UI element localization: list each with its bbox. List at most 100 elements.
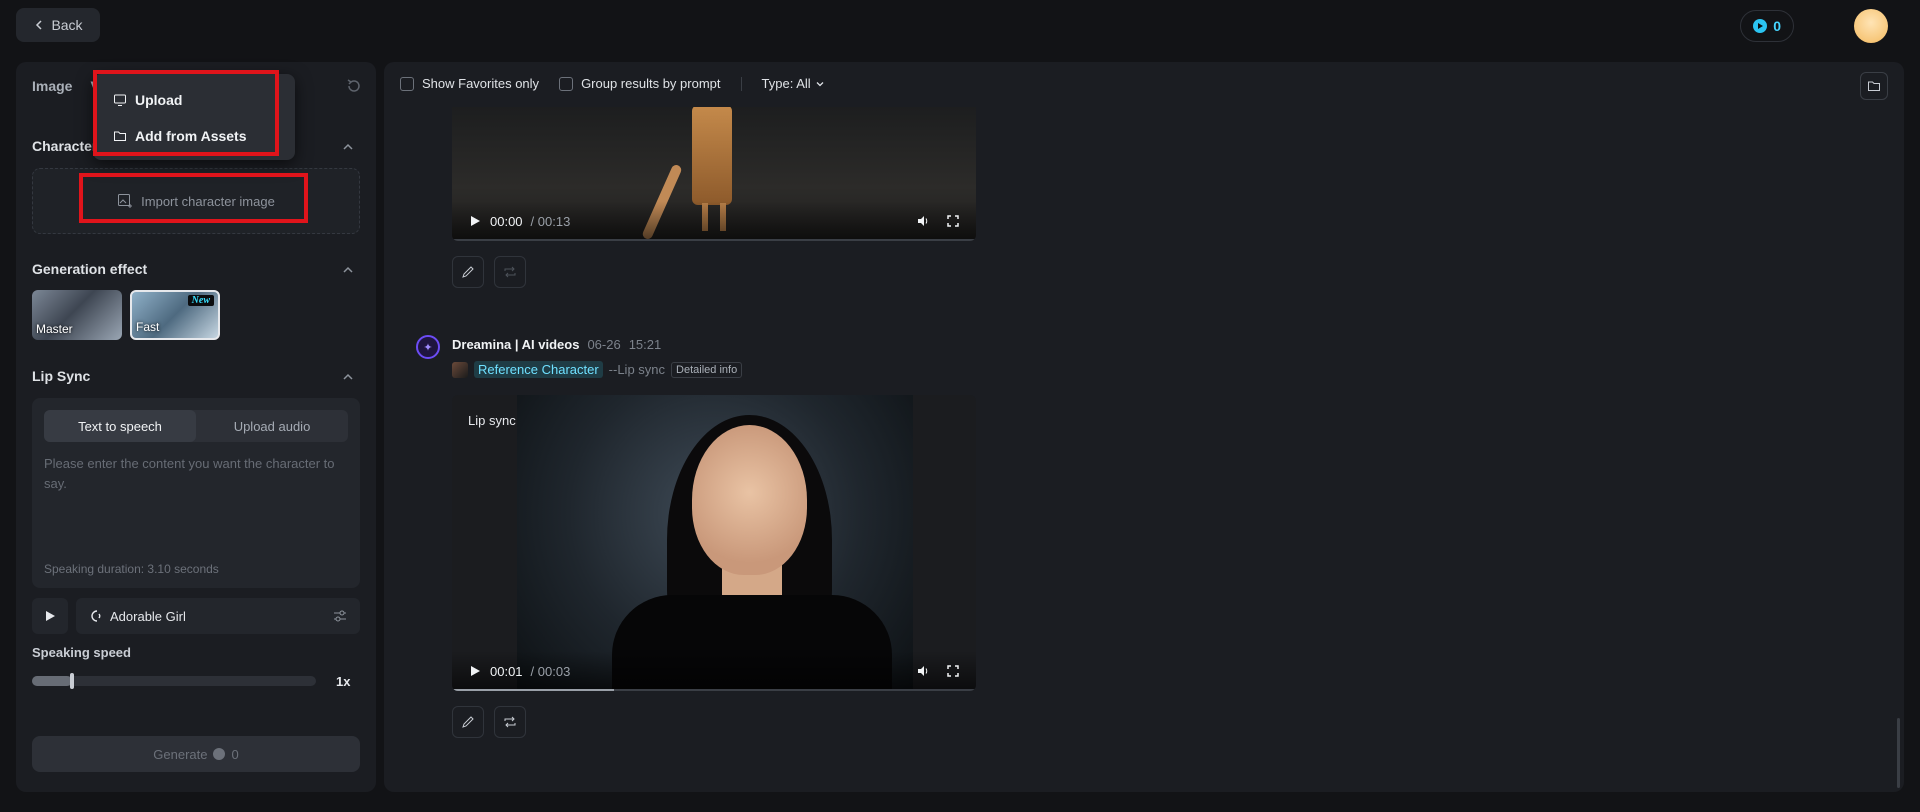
back-button[interactable]: Back — [16, 8, 100, 42]
lip-sync-mode-switch: Text to speech Upload audio — [44, 410, 348, 442]
folder-icon — [1868, 81, 1880, 91]
effect-master-option[interactable]: Master — [32, 290, 122, 340]
play-icon — [46, 611, 55, 621]
lip-sync-video-label: Lip sync — [468, 413, 516, 428]
voice-icon — [91, 610, 101, 622]
reference-thumbnail — [452, 361, 468, 378]
lip-sync-arg: --Lip sync — [608, 362, 666, 377]
repeat-icon — [504, 266, 516, 278]
generate-cost: 0 — [231, 746, 239, 762]
fullscreen-icon[interactable] — [946, 214, 960, 228]
user-avatar[interactable] — [1854, 9, 1888, 43]
video-progress-bar[interactable] — [452, 689, 976, 691]
detailed-info-button[interactable]: Detailed info — [671, 361, 743, 378]
credit-icon — [213, 748, 226, 760]
speaking-duration: Speaking duration: 3.10 seconds — [44, 562, 219, 576]
chevron-down-icon — [816, 81, 824, 86]
results-panel: Show Favorites only Group results by pro… — [384, 62, 1904, 792]
results-scrollbar[interactable] — [1897, 718, 1900, 788]
message-author: Dreamina | AI videos — [452, 337, 580, 352]
chevron-up-icon[interactable] — [342, 141, 354, 153]
repeat-icon — [504, 716, 516, 728]
character-title: Character — [32, 138, 98, 154]
prompt-row: Reference Character --Lip sync Detailed … — [452, 361, 743, 378]
type-filter-label: Type: All — [761, 76, 811, 91]
favorites-checkbox[interactable]: Show Favorites only — [400, 76, 539, 91]
group-label: Group results by prompt — [581, 76, 721, 91]
video-controls: 00:00 / 00:13 — [452, 201, 976, 241]
effect-fast-option[interactable]: New Fast — [130, 290, 220, 340]
chevron-left-icon — [36, 20, 42, 30]
speed-value: 1x — [336, 674, 351, 689]
video-1-actions — [452, 256, 526, 288]
credits-badge[interactable]: 0 — [1740, 10, 1794, 42]
lip-sync-title: Lip Sync — [32, 368, 91, 384]
reset-icon[interactable] — [346, 78, 362, 94]
credit-icon — [1753, 19, 1768, 33]
speaking-speed-label: Speaking speed — [32, 645, 131, 660]
speed-slider-handle[interactable] — [69, 673, 74, 689]
tab-upload-audio[interactable]: Upload audio — [196, 410, 348, 442]
play-icon[interactable] — [468, 664, 482, 678]
highlight-box-import — [79, 173, 308, 223]
voice-selector[interactable]: Adorable Girl — [76, 598, 360, 634]
message-header: Dreamina | AI videos 06-26 15:21 — [452, 337, 661, 352]
mode-tabs: Image V — [32, 78, 100, 94]
regenerate-button[interactable] — [494, 706, 526, 738]
tab-image[interactable]: Image — [32, 78, 72, 94]
play-voice-button[interactable] — [32, 598, 68, 634]
regenerate-button[interactable] — [494, 256, 526, 288]
checkbox-box — [559, 76, 574, 91]
results-toolbar: Show Favorites only Group results by pro… — [400, 76, 825, 91]
toolbar-divider — [740, 76, 742, 91]
play-icon[interactable] — [468, 214, 482, 228]
left-panel: Image V Character Import character image… — [16, 62, 376, 792]
video-controls: 00:01 / 00:03 — [452, 651, 976, 691]
lip-sync-box: Text to speech Upload audio Please enter… — [32, 398, 360, 588]
video-current-time: 00:01 — [490, 663, 523, 679]
video-current-time: 00:00 — [490, 213, 523, 229]
folder-button[interactable] — [1860, 72, 1888, 100]
speed-slider[interactable] — [32, 673, 316, 689]
fullscreen-icon[interactable] — [946, 664, 960, 678]
reference-character-tag[interactable]: Reference Character — [474, 361, 603, 378]
message-time: 15:21 — [628, 337, 662, 352]
checkbox-box — [400, 76, 414, 91]
new-badge: New — [187, 295, 214, 306]
video-progress-bar[interactable] — [452, 239, 976, 241]
generate-button[interactable]: Generate 0 — [32, 736, 360, 772]
chevron-up-icon[interactable] — [342, 371, 354, 383]
group-checkbox[interactable]: Group results by prompt — [559, 76, 721, 91]
effect-fast-label: Fast — [136, 320, 160, 334]
message-date: 06-26 — [587, 337, 621, 352]
generation-effect-title: Generation effect — [32, 261, 148, 277]
video-player-1[interactable]: 00:00 / 00:13 — [452, 107, 976, 241]
type-filter[interactable]: Type: All — [762, 76, 825, 91]
back-label: Back — [51, 17, 83, 33]
video-frame-content — [692, 107, 732, 205]
edit-button[interactable] — [452, 256, 484, 288]
tab-text-to-speech[interactable]: Text to speech — [44, 410, 196, 442]
edit-button[interactable] — [452, 706, 484, 738]
video-2-actions — [452, 706, 526, 738]
effect-master-label: Master — [36, 322, 73, 336]
dreamina-avatar: ✦ — [416, 335, 440, 359]
sliders-icon[interactable] — [332, 608, 348, 624]
voice-name: Adorable Girl — [110, 608, 186, 624]
video-frame-content — [517, 395, 913, 691]
volume-icon[interactable] — [916, 664, 930, 678]
pencil-icon — [462, 716, 474, 728]
video-duration: / 00:13 — [530, 213, 571, 229]
video-duration: / 00:03 — [530, 663, 571, 679]
credits-count: 0 — [1773, 18, 1781, 34]
generate-label: Generate — [153, 746, 208, 762]
volume-icon[interactable] — [916, 214, 930, 228]
video-frame-content — [692, 425, 807, 575]
highlight-box-menu — [93, 70, 279, 156]
pencil-icon — [462, 266, 474, 278]
video-player-2[interactable]: Lip sync 00:01 / 00:03 — [452, 395, 976, 691]
speech-text-input[interactable]: Please enter the content you want the ch… — [44, 454, 348, 494]
speed-slider-fill — [32, 676, 72, 686]
video-progress-fill — [452, 689, 615, 691]
chevron-up-icon[interactable] — [342, 264, 354, 276]
